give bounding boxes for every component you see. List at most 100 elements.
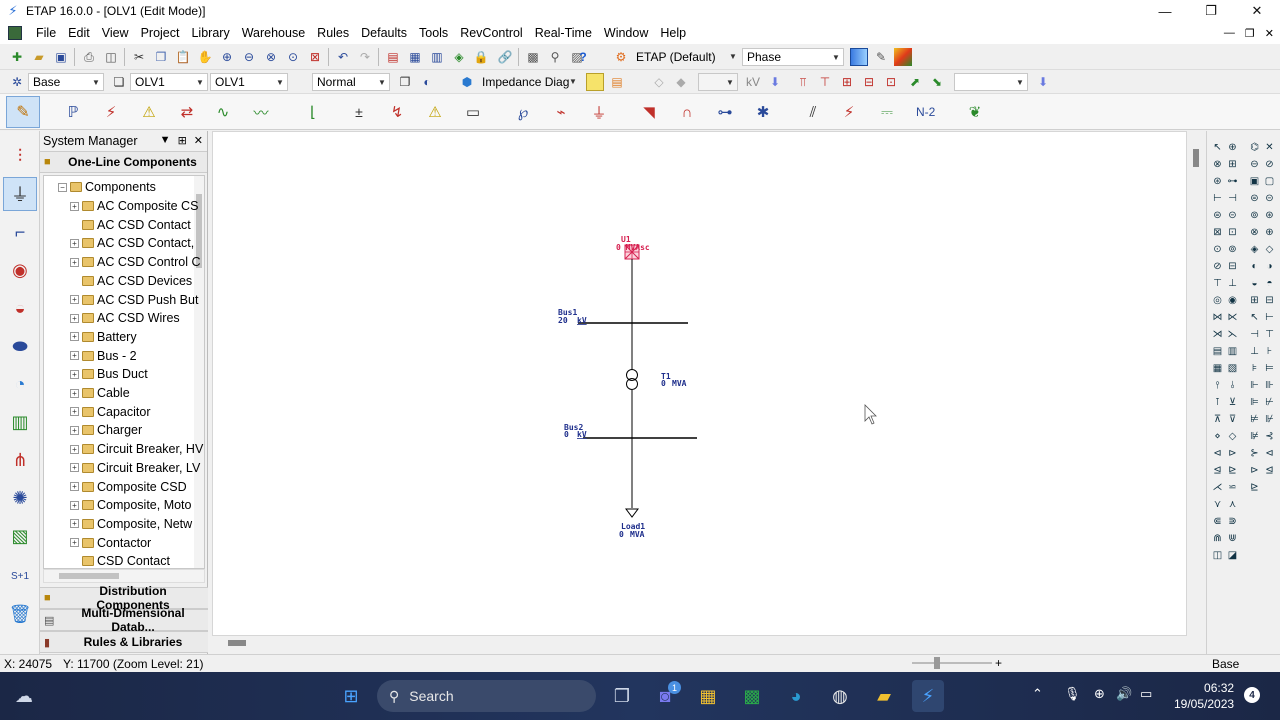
energize-icon[interactable]: ⬈ [906,73,924,91]
instrument-element-icon[interactable]: ⊰ [1263,430,1276,443]
palette-element-icon[interactable]: ⊘ [1211,260,1224,273]
palette-element-icon[interactable]: ⋐ [1211,515,1224,528]
instrument-element-icon[interactable]: ⊦ [1263,345,1276,358]
phase-combo[interactable]: Phase ▼ [742,48,844,66]
cable-pulling-mode-icon[interactable]: ⬬ [3,329,37,363]
dc-fault-icon[interactable]: ↯ [388,103,406,121]
palette-element-icon[interactable]: ◫ [1211,549,1224,562]
expand-icon[interactable]: + [70,500,79,510]
rules-libraries-section[interactable]: ▮ Rules & Libraries [40,631,208,653]
palette-element-icon[interactable]: ⋌ [1211,481,1224,494]
harmonic-icon[interactable]: ∿ [214,103,232,121]
grid-icon[interactable]: ▦ [406,48,424,66]
instrument-element-icon[interactable]: ⊨ [1263,362,1276,375]
instrument-element-icon[interactable]: ⊛ [1263,209,1276,222]
palette-element-icon[interactable]: ◇ [1226,430,1239,443]
deenergize-icon[interactable]: ⬊ [928,73,946,91]
menu-rules[interactable]: Rules [311,22,355,44]
leaf-icon[interactable]: ❦ [966,103,984,121]
tree-horizontal-scrollbar[interactable] [43,569,205,583]
palette-element-icon[interactable]: ⊗ [1211,158,1224,171]
new-project-icon[interactable]: ✚ [8,48,26,66]
filter-combo[interactable]: ▼ [954,73,1028,91]
magnet-icon[interactable]: ∩ [678,103,696,121]
open-folder-icon[interactable]: ▰ [30,48,48,66]
config-combo[interactable]: ETAP (Default) ▼ [632,48,740,66]
instrument-element-icon[interactable]: ⊬ [1263,396,1276,409]
hyperlink-icon[interactable]: 🔗 [496,48,514,66]
revision-combo[interactable]: OLV1 ▼ [210,73,288,91]
instrument-element-icon[interactable]: ⊝ [1263,192,1276,205]
instrument-element-icon[interactable]: ◇ [1263,243,1276,256]
tree-item[interactable]: + Charger [70,421,142,440]
tree-item[interactable]: + AC Composite CS [70,197,198,216]
tree-item[interactable]: AC CSD Devices [70,272,192,291]
palette-element-icon[interactable]: ⋓ [1226,532,1239,545]
palette-element-icon[interactable]: ⋊ [1211,328,1224,341]
palette-element-icon[interactable]: ▧ [1226,362,1239,375]
instrument-element-icon[interactable]: ⊘ [1263,158,1276,171]
instrument-element-icon[interactable]: ⊩ [1248,379,1261,392]
menu-warehouse[interactable]: Warehouse [236,22,311,44]
palette-element-icon[interactable]: ⊤ [1211,277,1224,290]
palette-element-icon[interactable]: ⊞ [1226,158,1239,171]
dashboard-icon[interactable]: ◔ [3,367,37,401]
control-circuit-icon[interactable]: ⌐ [3,215,37,249]
tree-item[interactable]: + Bus - 2 [70,346,137,365]
recycle-bin-icon[interactable]: 🗑 [3,597,37,631]
diagram-canvas[interactable]: U1 0 MVAsc Bus1 20 kV T1 0 MVA Bus2 0 kV [212,131,1187,636]
instrument-element-icon[interactable]: ⊕ [1263,226,1276,239]
tree-item[interactable]: + AC CSD Control C [70,253,201,272]
palette-element-icon[interactable]: ⊴ [1211,464,1224,477]
kv-combo[interactable]: ▼ [698,73,738,91]
palette-element-icon[interactable]: ⋍ [1226,481,1239,494]
menu-tools[interactable]: Tools [413,22,454,44]
dc-loadflow-icon[interactable]: ℘ [514,103,532,121]
instrument-element-icon[interactable]: ▢ [1263,175,1276,188]
lock-icon[interactable]: 🔒 [472,48,490,66]
globe-icon[interactable]: ⊕ [1094,686,1105,702]
print-preview-icon[interactable]: ◫ [102,48,120,66]
instrument-element-icon[interactable]: ◑ [1263,260,1276,273]
instrument-element-icon[interactable]: ✕ [1263,141,1276,154]
transient-icon[interactable]: 〰 [252,103,270,122]
lumped-load-load1[interactable] [625,508,639,518]
palette-element-icon[interactable]: ⋉ [1226,311,1239,324]
palette-element-icon[interactable]: ⊣ [1226,192,1239,205]
menu-defaults[interactable]: Defaults [355,22,413,44]
instrument-element-icon[interactable]: ⊤ [1263,328,1276,341]
palette-element-icon[interactable]: ⋋ [1226,328,1239,341]
expand-icon[interactable]: + [70,463,79,473]
palette-element-icon[interactable]: ⊚ [1226,243,1239,256]
mode-combo[interactable]: Normal ▼ [312,73,390,91]
expand-icon[interactable]: + [70,388,79,398]
calendar-icon[interactable]: ▩ [524,48,542,66]
instrument-element-icon[interactable]: ⊚ [1248,209,1261,222]
fault-icon[interactable]: ⚡ [102,103,120,121]
redo-icon[interactable]: ↷ [356,48,374,66]
instrument-element-icon[interactable]: ⊥ [1248,345,1261,358]
cable-raceway-icon[interactable]: ◉ [3,253,37,287]
task-view-icon[interactable]: ❐ [606,680,638,712]
expand-icon[interactable]: + [70,444,79,454]
palette-element-icon[interactable]: ⊟ [1226,260,1239,273]
taskbar-clock[interactable]: 06:32 19/05/2023 [1174,680,1234,712]
note-icon[interactable] [586,73,604,91]
tree-item[interactable]: + Bus Duct [70,365,148,384]
branch-icon[interactable]: ⊤ [816,73,834,91]
instrument-element-icon[interactable]: ⊞ [1248,294,1261,307]
palette-element-icon[interactable]: ◉ [1226,294,1239,307]
palette-element-icon[interactable]: ⊜ [1211,209,1224,222]
arc-flash-icon[interactable]: ⚠ [140,103,158,121]
instrument-element-icon[interactable]: ⊵ [1248,481,1261,494]
contingency-icon[interactable]: ⫽ [804,103,822,121]
reliability-icon[interactable]: ⌁ [552,103,570,121]
app-green-icon[interactable]: ▩ [736,680,768,712]
tree-root-components[interactable]: − Components [58,178,156,197]
zoom-in-icon[interactable]: ⊕ [218,48,236,66]
expand-icon[interactable]: + [70,369,79,379]
microsoft-store-icon[interactable]: ▦ [692,680,724,712]
instrument-element-icon[interactable]: ◐ [1248,260,1261,273]
tree-item[interactable]: + Composite CSD [70,477,187,496]
instrument-element-icon[interactable]: ⊳ [1248,464,1261,477]
